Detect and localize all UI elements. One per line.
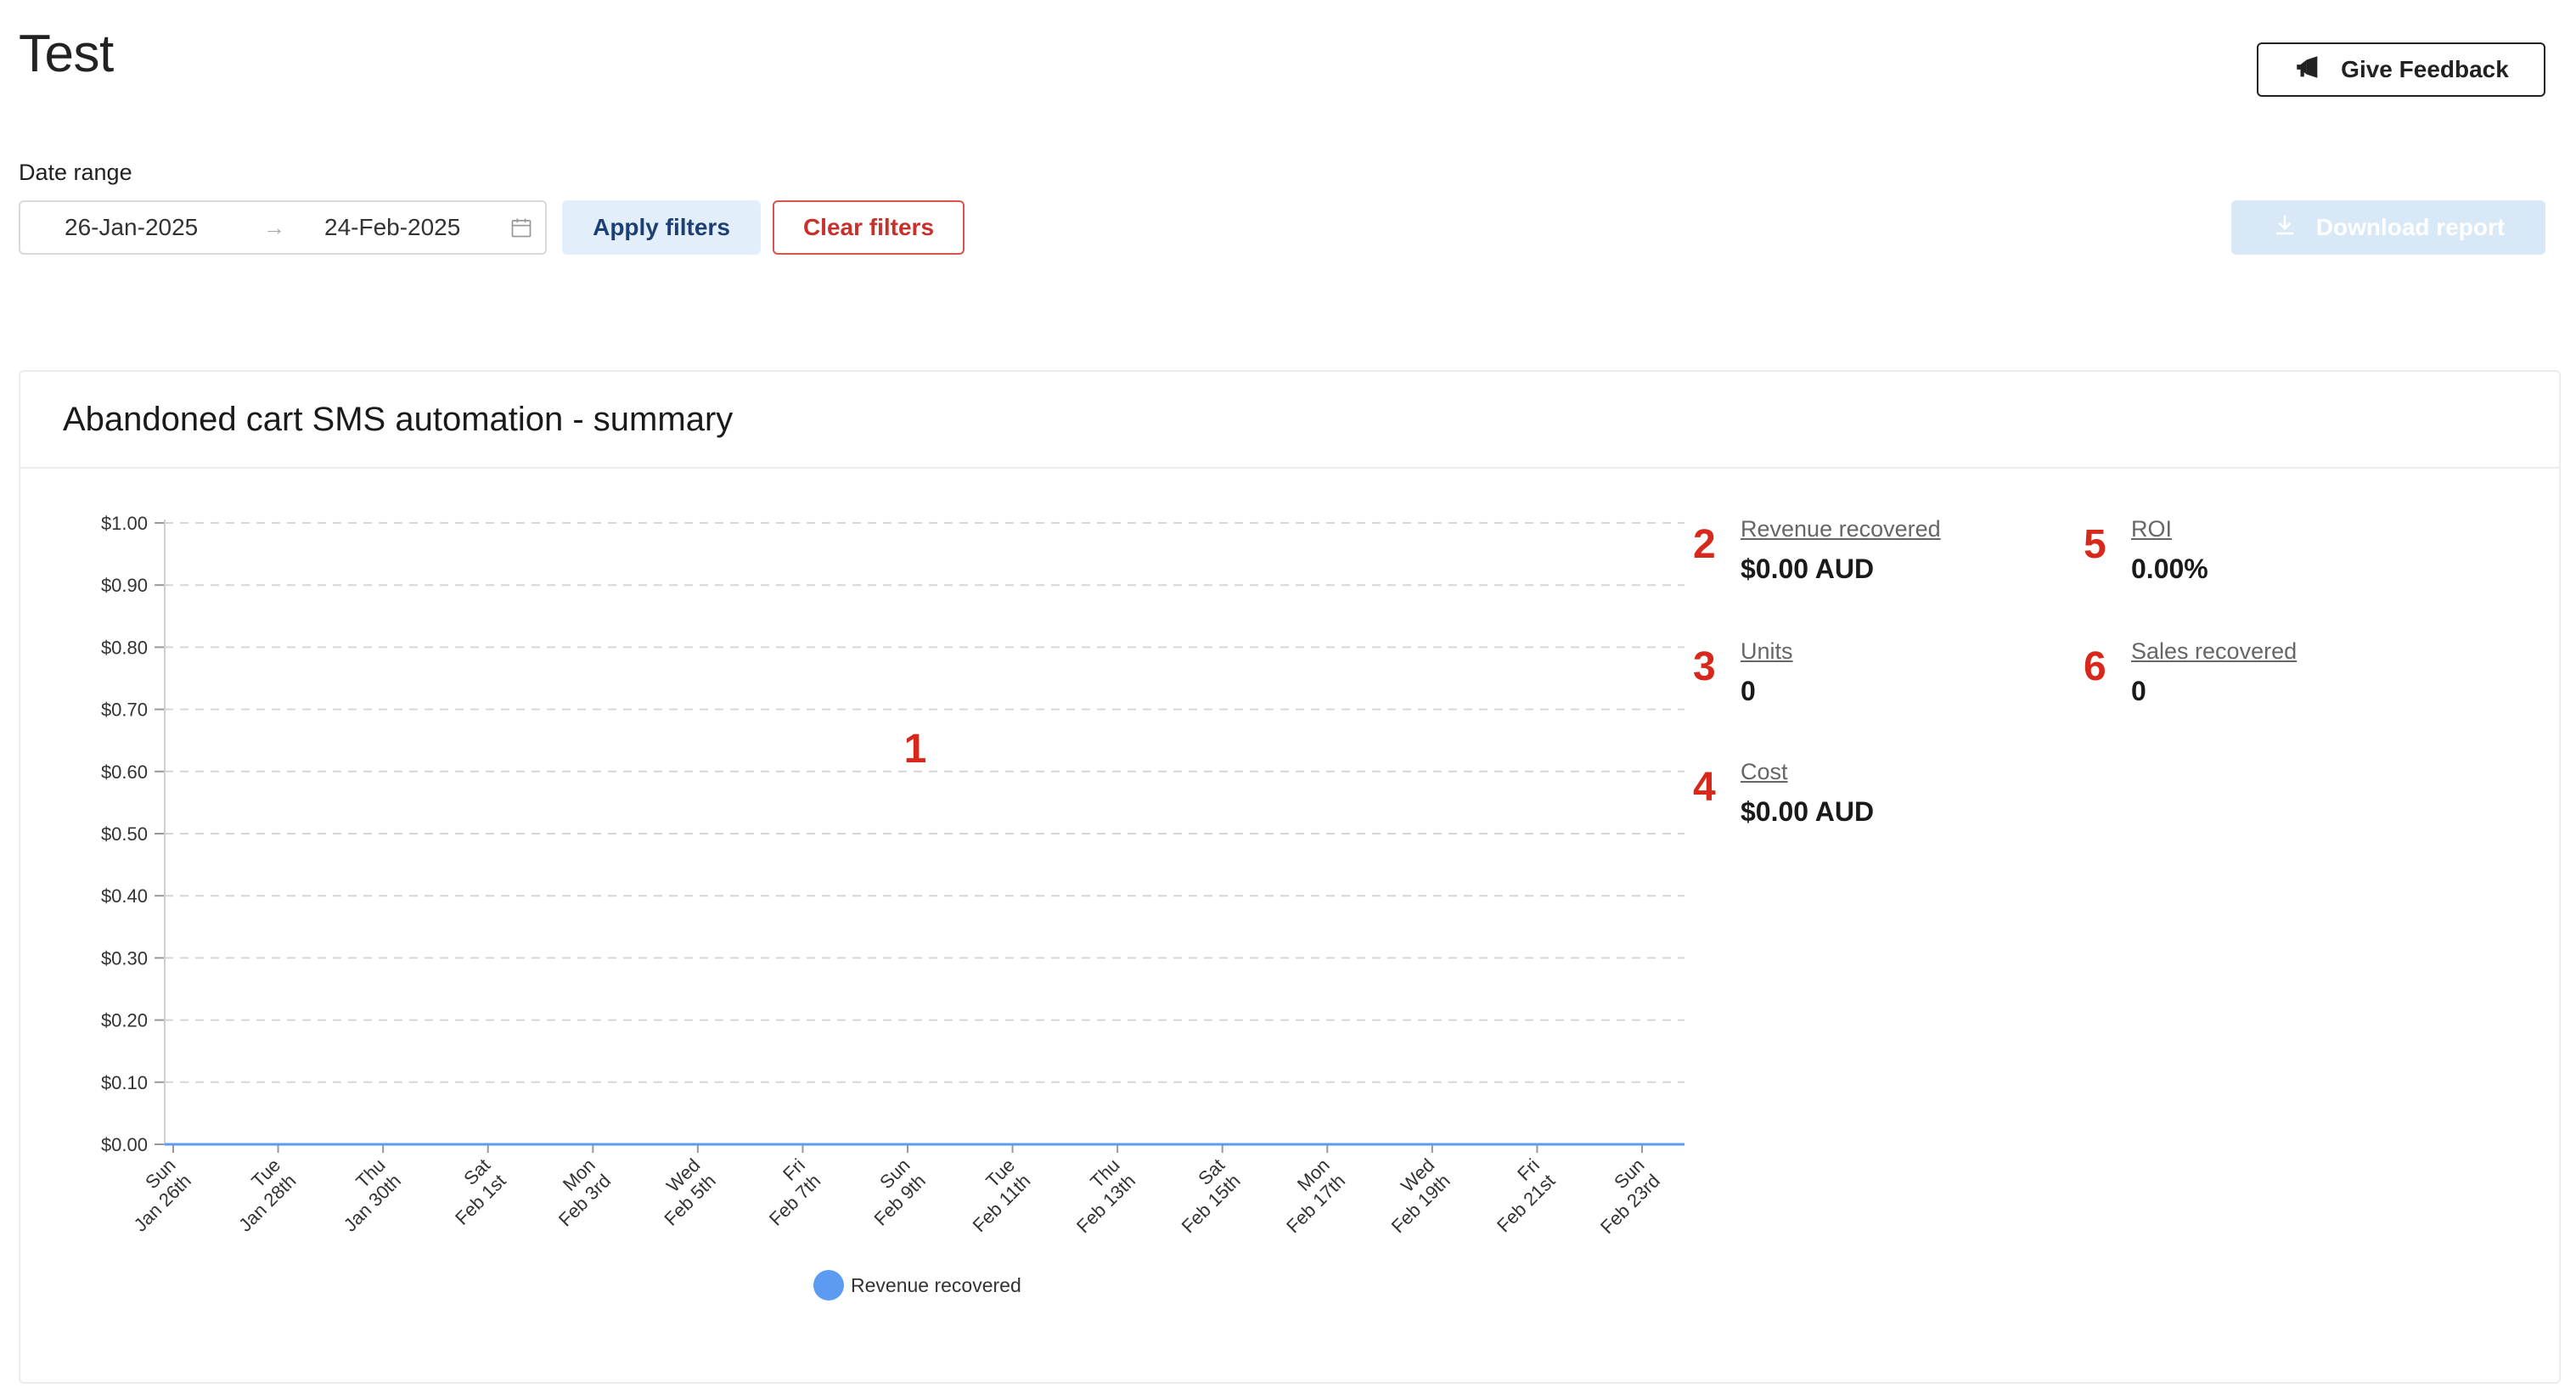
give-feedback-button[interactable]: Give Feedback <box>2257 42 2545 97</box>
y-tick-label: $0.10 <box>101 1072 148 1093</box>
legend-label: Revenue recovered <box>851 1274 1021 1296</box>
stat-units-value: 0 <box>1741 676 1756 706</box>
x-tick-label: WedFeb 19th <box>1387 1155 1454 1237</box>
x-tick-label: MonFeb 17th <box>1282 1155 1349 1237</box>
stats-panel: 2 Revenue recovered $0.00 AUD 3 Units 0 … <box>1693 516 2542 873</box>
stat-roi-value: 0.00% <box>2131 553 2208 584</box>
x-tick-label: SunJan 26th <box>130 1155 195 1236</box>
summary-card-title: Abandoned cart SMS automation - summary <box>63 400 734 438</box>
download-icon <box>2272 212 2298 244</box>
x-tick-label: TueFeb 11th <box>969 1155 1035 1236</box>
x-tick-label: SunFeb 9th <box>869 1155 929 1230</box>
stat-cost: 4 Cost $0.00 AUD <box>1693 759 2050 835</box>
y-tick-label: $0.40 <box>101 885 148 907</box>
stat-annotation-number: 6 <box>2084 644 2106 689</box>
y-tick-label: $0.60 <box>101 761 148 783</box>
x-tick-label: ThuFeb 13th <box>1072 1155 1139 1237</box>
x-tick-label: WedFeb 5th <box>660 1155 719 1230</box>
y-tick-label: $0.30 <box>101 947 148 969</box>
apply-filters-button[interactable]: Apply filters <box>562 200 761 255</box>
x-tick-label: SatFeb 15th <box>1178 1155 1245 1237</box>
stat-units: 3 Units 0 <box>1693 638 2050 715</box>
end-date-input[interactable]: 24-Feb-2025 <box>324 214 486 241</box>
revenue-chart: $0.00 $0.10 $0.20 $0.30 $0.40 $0.50 $0.60 $0.70… <box>46 482 1710 1357</box>
x-tick-label: SatFeb 1st <box>451 1155 510 1229</box>
y-tick-label: $0.20 <box>101 1010 148 1031</box>
stat-annotation-number: 4 <box>1693 765 1716 810</box>
download-report-label: Download report <box>2315 214 2506 240</box>
stat-annotation-number: 3 <box>1693 644 1716 689</box>
x-tick-label: MonFeb 3rd <box>554 1155 615 1231</box>
megaphone-icon <box>2293 53 2322 87</box>
clear-filters-button[interactable]: Clear filters <box>773 200 965 255</box>
legend-marker <box>813 1270 844 1301</box>
stat-revenue-label[interactable]: Revenue recovered <box>1741 516 1941 542</box>
chart-annotation-number: 1 <box>904 727 927 772</box>
stat-roi-label[interactable]: ROI <box>2131 516 2172 542</box>
y-tick-label: $0.50 <box>101 823 148 845</box>
y-tick-label: $0.70 <box>101 700 148 721</box>
arrow-right-icon: → <box>263 214 285 240</box>
page-title: Test <box>19 25 114 83</box>
stat-sales-label[interactable]: Sales recovered <box>2131 638 2297 665</box>
y-tick-label: $0.90 <box>101 575 148 596</box>
y-tick-label: $0.80 <box>101 637 148 658</box>
stat-sales-value: 0 <box>2131 676 2146 706</box>
summary-card-header: Abandoned cart SMS automation - summary <box>20 372 2559 469</box>
x-tick-label: SunFeb 23rd <box>1596 1155 1664 1238</box>
stat-revenue-recovered: 2 Revenue recovered $0.00 AUD <box>1693 516 2050 593</box>
y-tick-label: $1.00 <box>101 513 148 534</box>
start-date-input[interactable]: 26-Jan-2025 <box>65 214 217 241</box>
date-range-label: Date range <box>19 160 132 185</box>
calendar-icon[interactable] <box>509 216 533 239</box>
revenue-chart-svg: $0.00 $0.10 $0.20 $0.30 $0.40 $0.50 $0.60 $0.70… <box>101 513 1685 1301</box>
stat-annotation-number: 5 <box>2084 522 2106 567</box>
stat-sales-recovered: 6 Sales recovered 0 <box>2084 638 2440 715</box>
stat-annotation-number: 2 <box>1693 522 1716 567</box>
x-tick-label: ThuJan 30th <box>340 1155 405 1236</box>
page: Test Give Feedback Date range 26-Jan-202… <box>0 0 2576 1399</box>
stat-roi: 5 ROI 0.00% <box>2084 516 2440 593</box>
download-report-button[interactable]: Download report <box>2231 200 2545 255</box>
x-tick-label: FriFeb 7th <box>765 1155 824 1230</box>
y-tick-label: $0.00 <box>101 1134 148 1155</box>
stat-cost-value: $0.00 AUD <box>1741 796 1875 827</box>
stat-revenue-value: $0.00 AUD <box>1741 553 1875 584</box>
summary-card: Abandoned cart SMS automation - summary … <box>19 370 2561 1384</box>
stat-cost-label[interactable]: Cost <box>1741 759 1788 785</box>
date-range-picker[interactable]: 26-Jan-2025 → 24-Feb-2025 <box>19 200 547 255</box>
give-feedback-label: Give Feedback <box>2341 56 2509 82</box>
stat-units-label[interactable]: Units <box>1741 638 1793 665</box>
x-tick-label: TueJan 28th <box>234 1155 300 1236</box>
x-tick-label: FriFeb 21st <box>1493 1155 1559 1237</box>
